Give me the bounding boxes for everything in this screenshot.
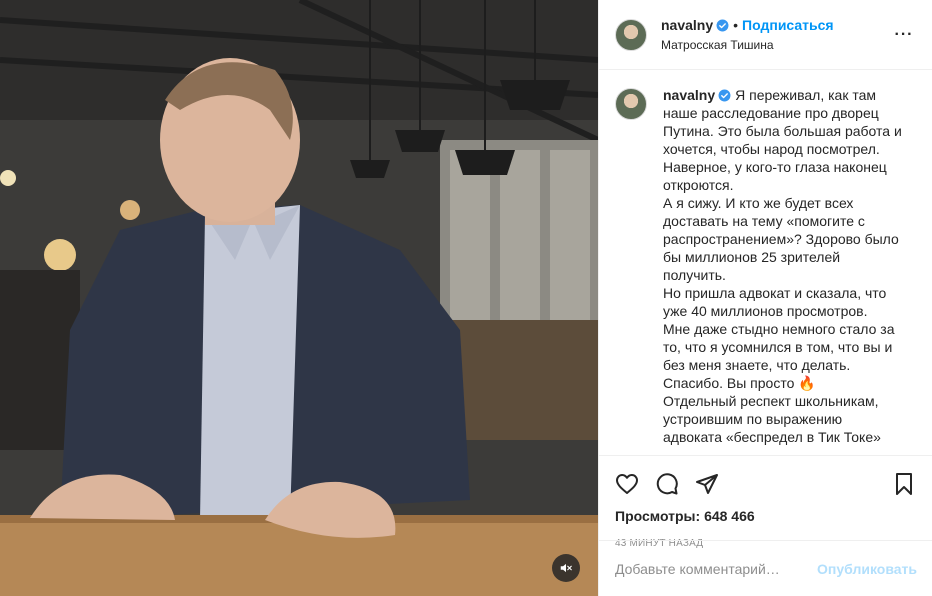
post-video[interactable]	[0, 0, 598, 596]
video-frame-illustration	[0, 0, 598, 596]
save-button[interactable]	[892, 472, 916, 496]
views-count[interactable]: Просмотры: 648 466	[615, 508, 916, 524]
author-info: navalny • Подписаться Матросская Тишина	[661, 16, 892, 54]
views-label: Просмотры:	[615, 508, 701, 524]
add-comment-bar: Опубликовать	[599, 540, 932, 596]
views-value: 648 466	[704, 508, 755, 524]
share-icon	[696, 474, 718, 494]
post-header: navalny • Подписаться Матросская Тишина ··…	[599, 0, 932, 70]
bookmark-icon	[896, 473, 912, 495]
comment-button[interactable]	[655, 472, 679, 496]
speaker-muted-icon	[560, 563, 572, 573]
avatar[interactable]	[615, 18, 647, 51]
mute-toggle-button[interactable]	[552, 554, 580, 582]
verified-badge-icon	[716, 19, 729, 31]
caption: navalny Я переживал, как там наше расслед…	[615, 86, 916, 446]
caption-text: navalny Я переживал, как там наше расслед…	[663, 86, 903, 446]
verified-badge-icon	[718, 89, 731, 102]
heart-icon	[616, 474, 638, 494]
comment-input[interactable]	[615, 560, 818, 577]
caption-body: Я переживал, как там наше расследование …	[663, 87, 902, 445]
publish-button[interactable]: Опубликовать	[817, 561, 917, 577]
actions-section: Просмотры: 648 466 43 МИНУТ НАЗАД	[599, 455, 932, 549]
separator-dot: •	[733, 16, 739, 33]
instagram-post: navalny • Подписаться Матросская Тишина ··…	[0, 0, 932, 596]
caption-username[interactable]: navalny	[663, 87, 715, 103]
comment-icon	[656, 473, 678, 495]
post-sidebar: navalny • Подписаться Матросская Тишина ··…	[598, 0, 932, 596]
comments-section[interactable]: navalny Я переживал, как там наше расслед…	[599, 70, 932, 455]
author-username[interactable]: navalny	[661, 17, 713, 33]
location-link[interactable]: Матросская Тишина	[661, 36, 892, 54]
more-options-icon[interactable]: ···	[892, 23, 916, 47]
share-button[interactable]	[695, 472, 719, 496]
like-button[interactable]	[615, 472, 639, 496]
action-icons	[615, 464, 916, 504]
caption-avatar[interactable]	[615, 88, 647, 120]
follow-button[interactable]: Подписаться	[742, 17, 834, 33]
